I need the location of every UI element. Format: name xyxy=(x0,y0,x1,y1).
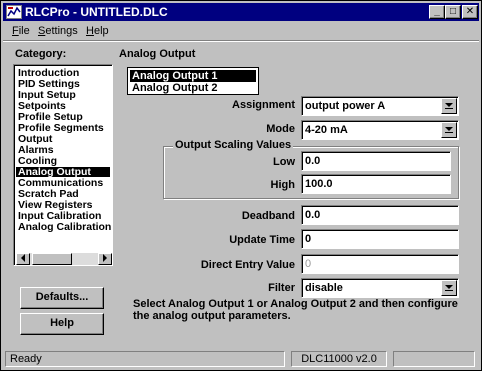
maximize-button[interactable]: □ xyxy=(445,5,461,19)
output-item-1[interactable]: Analog Output 1 xyxy=(130,70,256,82)
filter-select[interactable]: disable xyxy=(301,278,459,298)
panel-title: Analog Output xyxy=(119,48,196,60)
minimize-icon: _ xyxy=(434,6,440,17)
maximize-icon: □ xyxy=(449,6,457,17)
status-extra xyxy=(393,351,475,367)
menu-settings[interactable]: Settings xyxy=(38,25,78,37)
category-item-alarms[interactable]: Alarms xyxy=(17,145,54,156)
output-item-2[interactable]: Analog Output 2 xyxy=(130,82,218,94)
defaults-button[interactable]: Defaults... xyxy=(20,287,104,309)
assignment-select[interactable]: output power A xyxy=(301,96,459,116)
deadband-label: Deadband xyxy=(241,210,295,222)
app-window: RLCPro - UNTITLED.DLC _ □ ✕ File Setting… xyxy=(0,0,482,371)
app-icon[interactable] xyxy=(6,5,22,19)
chevron-down-icon xyxy=(445,285,453,291)
scroll-right-button[interactable] xyxy=(98,253,112,265)
menu-separator xyxy=(3,40,479,42)
direct-entry-input: 0 xyxy=(301,254,459,274)
mode-value: 4-20 mA xyxy=(305,124,348,136)
minimize-button[interactable]: _ xyxy=(429,5,445,19)
category-item-setpoints[interactable]: Setpoints xyxy=(17,101,66,112)
update-time-input[interactable]: 0 xyxy=(301,229,459,249)
status-message: Ready xyxy=(5,351,285,367)
menu-bar: File Settings Help xyxy=(3,22,479,40)
assignment-dropdown-button[interactable] xyxy=(441,98,457,114)
update-time-label: Update Time xyxy=(229,234,295,246)
title-bar[interactable]: RLCPro - UNTITLED.DLC _ □ ✕ xyxy=(3,3,479,21)
arrow-left-icon xyxy=(21,254,25,262)
filter-dropdown-button[interactable] xyxy=(441,280,457,296)
low-input[interactable]: 0.0 xyxy=(301,151,451,171)
category-item-view-registers[interactable]: View Registers xyxy=(17,200,93,211)
category-hscrollbar[interactable] xyxy=(16,253,112,265)
deadband-value: 0.0 xyxy=(305,209,321,221)
scroll-left-button[interactable] xyxy=(16,253,30,265)
assignment-value: output power A xyxy=(305,100,386,112)
category-item-scratch-pad[interactable]: Scratch Pad xyxy=(17,189,79,200)
high-input[interactable]: 100.0 xyxy=(301,174,451,194)
instruction-text: Select Analog Output 1 or Analog Output … xyxy=(133,298,458,322)
menu-help[interactable]: Help xyxy=(86,25,109,37)
assignment-label: Assignment xyxy=(232,99,295,111)
scroll-thumb[interactable] xyxy=(32,253,72,265)
category-item-input-calibration[interactable]: Input Calibration xyxy=(17,211,101,222)
category-item-introduction[interactable]: Introduction xyxy=(17,68,79,79)
category-label: Category: xyxy=(15,48,67,60)
defaults-button-label: Defaults... xyxy=(35,291,89,303)
output-scaling-title: Output Scaling Values xyxy=(173,139,294,151)
help-button[interactable]: Help xyxy=(20,313,104,335)
low-value: 0.0 xyxy=(305,155,321,167)
mode-dropdown-button[interactable] xyxy=(441,122,457,138)
category-item-cooling[interactable]: Cooling xyxy=(17,156,57,167)
filter-label: Filter xyxy=(268,282,295,294)
window-title: RLCPro - UNTITLED.DLC xyxy=(25,5,168,19)
high-value: 100.0 xyxy=(305,178,333,190)
direct-entry-label: Direct Entry Value xyxy=(200,259,295,271)
direct-entry-value: 0 xyxy=(305,258,312,270)
close-button[interactable]: ✕ xyxy=(462,5,478,19)
category-item-profile-segments[interactable]: Profile Segments xyxy=(17,123,104,134)
update-time-value: 0 xyxy=(305,233,312,245)
mode-select[interactable]: 4-20 mA xyxy=(301,120,459,140)
category-item-analog-calibration[interactable]: Analog Calibration xyxy=(17,222,111,233)
category-item-profile-setup[interactable]: Profile Setup xyxy=(17,112,83,123)
help-button-label: Help xyxy=(50,317,74,329)
output-selector-list[interactable]: Analog Output 1 Analog Output 2 xyxy=(127,67,259,95)
status-bar: Ready DLC11000 v2.0 xyxy=(3,350,479,369)
mode-label: Mode xyxy=(266,123,295,135)
filter-value: disable xyxy=(305,282,343,294)
high-label: High xyxy=(270,179,295,191)
category-item-output[interactable]: Output xyxy=(17,134,52,145)
close-icon: ✕ xyxy=(465,6,475,17)
category-item-input-setup[interactable]: Input Setup xyxy=(17,90,76,101)
low-label: Low xyxy=(273,156,295,168)
category-item-analog-output[interactable]: Analog Output xyxy=(16,167,110,177)
deadband-input[interactable]: 0.0 xyxy=(301,205,459,225)
arrow-right-icon xyxy=(103,254,107,262)
status-version: DLC11000 v2.0 xyxy=(291,351,387,367)
chevron-down-icon xyxy=(445,127,453,133)
chevron-down-icon xyxy=(445,103,453,109)
category-item-communications[interactable]: Communications xyxy=(17,178,103,189)
category-item-pid-settings[interactable]: PID Settings xyxy=(17,79,80,90)
menu-file[interactable]: File xyxy=(12,25,30,37)
category-list[interactable]: Introduction PID Settings Input Setup Se… xyxy=(13,64,113,266)
